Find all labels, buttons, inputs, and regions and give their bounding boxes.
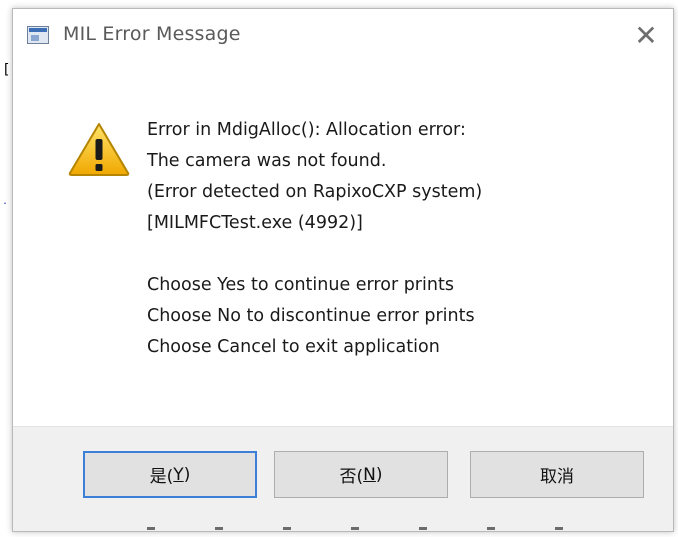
app-window-icon [27, 26, 49, 44]
message-line: Choose Cancel to exit application [147, 337, 440, 357]
message-line: Choose Yes to continue error prints [147, 275, 454, 295]
cancel-button-label: 取消 [540, 467, 574, 487]
yes-button-label-end: ) [183, 464, 191, 485]
cancel-button[interactable]: 取消 [470, 451, 644, 498]
message-line: Choose No to discontinue error prints [147, 306, 475, 326]
yes-button[interactable]: 是(Y) [83, 451, 257, 498]
message-line: [MILMFCTest.exe (4992)] [147, 213, 363, 233]
title-bar[interactable]: MIL Error Message ✕ [13, 9, 673, 63]
message-line: (Error detected on RapixoCXP system) [147, 182, 483, 202]
message-line: Error in MdigAlloc(): Allocation error: [147, 120, 466, 140]
dialog-title: MIL Error Message [63, 23, 241, 45]
yes-button-label: 是( [149, 467, 174, 487]
no-button[interactable]: 否(N) [274, 451, 448, 498]
no-button-label-end: ) [375, 464, 383, 485]
background-text-fragment: . [2, 196, 9, 207]
error-message: Error in MdigAlloc(): Allocation error: … [147, 115, 657, 363]
button-bar: 是(Y) 否(N) 取消 [13, 426, 673, 531]
close-icon: ✕ [634, 18, 658, 52]
yes-button-accelerator: Y [173, 464, 184, 485]
close-button[interactable]: ✕ [623, 13, 669, 57]
no-button-accelerator: N [363, 464, 376, 485]
warning-icon [68, 123, 130, 176]
background-dotted-line [147, 527, 617, 530]
message-line: The camera was not found. [147, 151, 387, 171]
no-button-label: 否( [339, 467, 364, 487]
error-dialog: MIL Error Message ✕ Error in MdigAlloc()… [12, 8, 674, 532]
background-window-edge: [ . [0, 0, 12, 537]
background-text-fragment: [ [2, 62, 11, 78]
